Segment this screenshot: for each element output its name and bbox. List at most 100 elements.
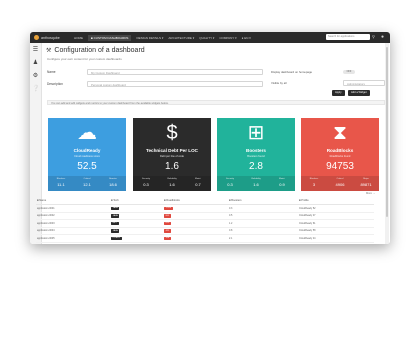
cell-profile: CloudReady 47 <box>299 214 316 218</box>
card-subtitle: Debt per line of code <box>160 155 184 158</box>
card-value: 94753 <box>326 161 354 172</box>
user-menu-icon[interactable]: ● <box>381 34 384 40</box>
card-value: 1.6 <box>165 161 179 172</box>
cell-name[interactable]: application-0002 <box>36 214 111 217</box>
table-row[interactable]: application-0001 JAVA 1 024 0.3 CloudReady 5… <box>36 205 374 213</box>
user-icon[interactable]: ♟ <box>32 60 39 67</box>
nav-quality[interactable]: QUALITY ▾ <box>199 36 214 40</box>
card-boosters[interactable]: ⊞ Boosters Boosters found 2.8 Security 0.… <box>217 118 295 191</box>
card-stat: Blockers 3 <box>301 176 327 191</box>
help-icon[interactable]: ❔ <box>32 86 39 93</box>
nav-language[interactable]: ● EN ▾ <box>242 36 251 40</box>
card-value: 2.8 <box>249 161 263 172</box>
stat-label: Maint. <box>195 178 201 180</box>
homepage-toggle[interactable]: OFF <box>343 70 355 74</box>
search-input[interactable]: Search for applications <box>326 34 370 40</box>
nav-architecture[interactable]: ARCHITECTURE ▾ <box>168 36 194 40</box>
table-body: application-0001 JAVA 1 024 0.3 CloudReady 5… <box>36 205 374 244</box>
card-roadblocks[interactable]: ⧗ RoadBlocks Roadblocks found 94753 Bloc… <box>301 118 379 191</box>
visibility-label: Visible by all <box>271 81 287 85</box>
page-header: ⚒ Configuration of a dashboard <box>46 47 145 54</box>
stat-label: Blockers <box>309 178 319 180</box>
table-row[interactable]: application-0003 NET 610 1.2 CloudReady 61 <box>36 220 374 228</box>
cell-tech: NET <box>111 221 164 226</box>
cell-boosters: 2.1 <box>229 236 233 240</box>
app-logo[interactable]: anthosqube <box>30 35 74 40</box>
cell-name[interactable]: application-0004 <box>36 229 111 232</box>
description-label: Description <box>47 82 63 86</box>
stat-value: 18.6 <box>109 182 117 187</box>
applications-table: ■ Name ■ Tech ■ Roadblocks ■ Boosters ■ … <box>36 196 374 244</box>
dollar-icon: $ <box>166 122 178 144</box>
card-cloudready[interactable]: ☁ CloudReady Cloud readiness score 52.5 … <box>48 118 126 191</box>
cell-name[interactable]: application-0005 <box>36 237 111 240</box>
cell-name[interactable]: application-0003 <box>36 222 111 225</box>
card-stats: Security 0.3 Reliability 1.6 Maint. 0.7 <box>133 176 211 191</box>
roadblock-badge: 812 <box>164 214 171 218</box>
cell-name[interactable]: application-0001 <box>36 207 111 210</box>
stat-value: 0.3 <box>143 182 149 187</box>
apply-button[interactable]: Apply <box>332 90 345 96</box>
cell-roadblocks: 318 <box>164 236 229 241</box>
roadblock-badge: 1 024 <box>164 206 173 211</box>
nav-company[interactable]: COMPANY ▾ <box>219 36 236 40</box>
qr-code-icon: ⊞ <box>247 122 265 144</box>
cell-tech: JAVA <box>111 206 164 211</box>
hourglass-icon: ⧗ <box>332 122 348 144</box>
roadblock-badge: 422 <box>164 229 171 233</box>
main-nav: HOME ■ CUSTOM DASHBOARDS DESIGN DETAILS … <box>74 34 256 41</box>
app-window: anthosqube HOME ■ CUSTOM DASHBOARDS DESI… <box>30 32 390 244</box>
cell-boosters: 0.5 <box>229 214 233 218</box>
table-row[interactable]: application-0004 JAVA 422 0.8 CloudReady 58 <box>36 228 374 235</box>
cell-roadblocks: 1 024 <box>164 206 229 211</box>
nav-home[interactable]: HOME <box>74 36 83 40</box>
table-row[interactable]: application-0005 COBOL 318 2.1 CloudReady 44 <box>36 235 374 243</box>
card-stats: Security 0.3 Reliability 1.6 Maint. 0.9 <box>217 176 295 191</box>
cloud-icon: ☁ <box>77 122 97 144</box>
cell-boosters: 0.3 <box>229 206 233 210</box>
name-field[interactable]: My Custom Dashboard <box>87 69 263 75</box>
nav-custom-dashboards[interactable]: ■ CUSTOM DASHBOARDS <box>88 34 132 41</box>
description-field[interactable]: Personal custom dashboard <box>87 81 263 87</box>
nav-design-details[interactable]: DESIGN DETAILS ▾ <box>136 36 163 40</box>
stat-label: Blockers <box>56 178 66 180</box>
stat-label: Major <box>363 178 369 180</box>
card-technical-debt[interactable]: $ Technical Debt Per LOC Debt per line o… <box>133 118 211 191</box>
card-stat: Major 89871 <box>353 176 379 191</box>
column-header-roadblocks[interactable]: ■ Roadblocks <box>164 199 229 202</box>
stat-label: Critical <box>83 178 91 180</box>
cell-profile: CloudReady 52 <box>299 206 316 210</box>
tech-badge: JAVA <box>111 229 120 233</box>
cell-tech: COBOL <box>111 236 164 241</box>
page-subtitle: Configure your own content for your cust… <box>47 57 122 61</box>
logo-icon <box>34 35 39 40</box>
cell-profile: CloudReady 61 <box>299 221 316 225</box>
card-stat: Critical 4906 <box>327 176 353 191</box>
add-widget-button[interactable]: Add a Widget <box>348 90 370 96</box>
search-icon[interactable]: ⚲ <box>372 35 375 39</box>
table-row[interactable]: application-0002 JAVA 812 0.5 CloudReady 47 <box>36 213 374 220</box>
more-link[interactable]: More → <box>366 192 375 195</box>
stat-value: 12.1 <box>83 182 91 187</box>
column-header-profile[interactable]: ■ Profile <box>299 199 369 202</box>
stat-label: Reliability <box>251 178 261 180</box>
cell-roadblocks: 812 <box>164 214 229 218</box>
column-header-tech[interactable]: ■ Tech <box>111 199 164 202</box>
table-row[interactable]: application-0006JAVA2070.9CloudReady 66 <box>36 243 374 245</box>
card-title: Technical Debt Per LOC <box>146 148 198 153</box>
stat-value: 0.3 <box>227 182 233 187</box>
menu-icon[interactable]: ☰ <box>32 47 39 54</box>
scrollbar-thumb[interactable] <box>386 47 388 217</box>
logo-text: anthosqube <box>41 35 60 40</box>
info-banner: You can add and edit widgets and metrics… <box>47 100 385 105</box>
stat-label: Security <box>142 178 150 180</box>
visibility-select[interactable]: Administrators <box>343 80 385 86</box>
stat-label: Security <box>226 178 234 180</box>
cell-tech: JAVA <box>111 229 164 233</box>
column-header-boosters[interactable]: ■ Boosters <box>229 199 299 202</box>
card-stat: Security 0.3 <box>217 176 243 191</box>
settings-icon[interactable]: ⚙ <box>32 73 39 80</box>
column-header-name[interactable]: ■ Name <box>36 199 111 202</box>
cell-tech: JAVA <box>111 214 164 218</box>
stat-value: 3 <box>312 182 316 187</box>
